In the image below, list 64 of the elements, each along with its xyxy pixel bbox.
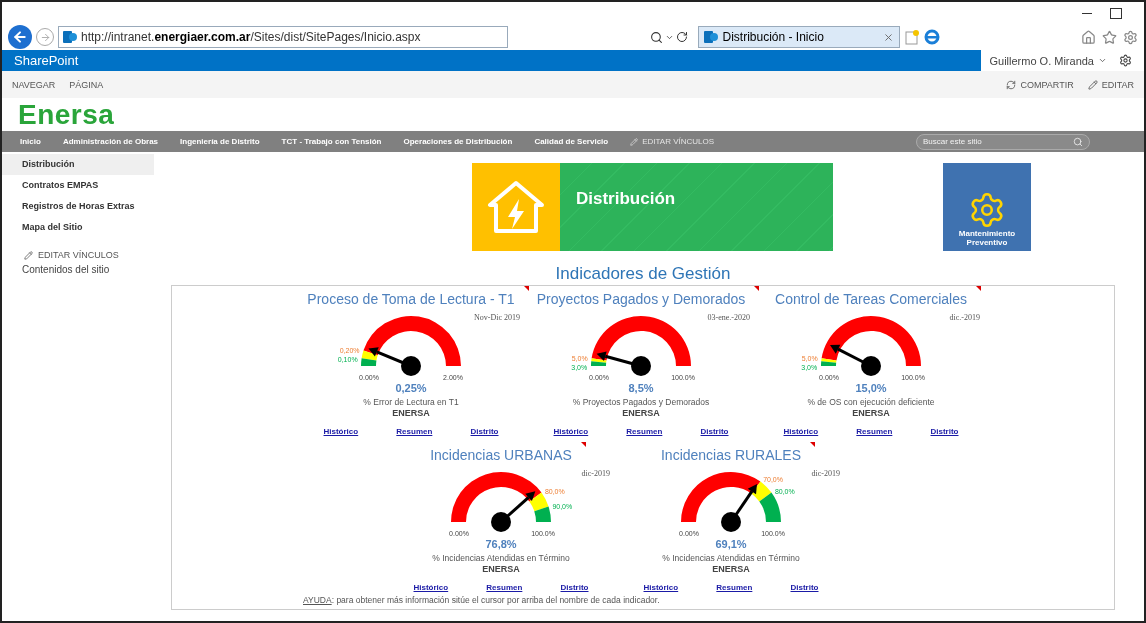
nav-link[interactable]: Operaciones de Distribución bbox=[403, 137, 513, 146]
section-heading: Indicadores de Gestión bbox=[555, 264, 731, 283]
section-banner: Distribución bbox=[560, 163, 833, 251]
sidebar-item[interactable]: Distribución bbox=[2, 154, 154, 175]
gauge-title[interactable]: Control de Tareas Comerciales bbox=[775, 291, 967, 307]
gauge-title[interactable]: Proceso de Toma de Lectura - T1 bbox=[307, 291, 515, 307]
suite-brand[interactable]: SharePoint bbox=[2, 50, 91, 71]
site-contents-link[interactable]: Contenidos del sitio bbox=[2, 264, 154, 275]
gauge-caption: % de OS con ejecución deficiente bbox=[807, 397, 935, 407]
help-text: AYUDA: para obtener más información sitúe el cursor por arriba del nombre de cada indicador. bbox=[302, 594, 661, 605]
gauge-value: 8,5% bbox=[628, 382, 654, 394]
sidebar-item[interactable]: Mapa del Sitio bbox=[2, 217, 154, 238]
gauge-date: dic-2019 bbox=[581, 469, 610, 478]
gauge-link[interactable]: Distrito bbox=[560, 583, 589, 592]
gauge-link[interactable]: Resumen bbox=[716, 583, 753, 592]
gauge-title[interactable]: Proyectos Pagados y Demorados bbox=[536, 291, 746, 307]
gauge-link[interactable]: Histórico bbox=[643, 583, 679, 592]
nav-link[interactable]: TCT - Trabajo con Tensión bbox=[281, 137, 382, 146]
gauge-link[interactable]: Distrito bbox=[700, 427, 729, 436]
gauge-value: 76,8% bbox=[485, 538, 517, 550]
gauge-title[interactable]: Incidencias URBANAS bbox=[430, 447, 572, 463]
nav-link[interactable]: Inicio bbox=[20, 137, 41, 146]
share-button[interactable]: COMPARTIR bbox=[1006, 79, 1074, 90]
gauge-link[interactable]: Resumen bbox=[396, 427, 433, 436]
gauge-value: 0,25% bbox=[395, 382, 427, 394]
edit-links-button[interactable]: EDITAR VÍNCULOS bbox=[2, 238, 154, 264]
gauge-value: 15,0% bbox=[855, 382, 887, 394]
sidebar-item[interactable]: Contratos EMPAS bbox=[2, 175, 154, 196]
nav-link[interactable]: Administración de Obras bbox=[62, 137, 159, 146]
gauge-value: 69,1% bbox=[715, 538, 747, 550]
sidebar-item[interactable]: Registros de Horas Extras bbox=[2, 196, 154, 217]
edit-button[interactable]: EDITAR bbox=[1087, 79, 1134, 90]
gauge-caption: % Incidencias Atendidas en Término bbox=[662, 553, 800, 563]
maintenance-tile[interactable]: Mantenimiento Preventivo bbox=[943, 163, 1031, 251]
gauge-link[interactable]: Histórico bbox=[783, 427, 819, 436]
gauge-entity: ENERSA bbox=[622, 408, 660, 418]
gauge-link[interactable]: Histórico bbox=[323, 427, 359, 436]
gauge-date: dic-2019 bbox=[811, 469, 840, 478]
gauge-entity: ENERSA bbox=[852, 408, 890, 418]
gauge-date: Nov-Dic 2019 bbox=[474, 313, 520, 322]
ribbon-tab[interactable]: NAVEGAR bbox=[12, 79, 56, 90]
gauge-date: 03-ene.-2020 bbox=[707, 313, 750, 322]
address-field[interactable]: http://intranet.energiaer.com.ar/Sites/dist/SitePages/Inicio.aspx bbox=[58, 26, 508, 48]
nav-link[interactable]: Ingeniería de Distrito bbox=[180, 137, 260, 146]
gauge-link[interactable]: Distrito bbox=[790, 583, 819, 592]
gauge-link[interactable]: Histórico bbox=[413, 583, 449, 592]
gauge-link[interactable]: Distrito bbox=[470, 427, 499, 436]
gauge-entity: ENERSA bbox=[392, 408, 430, 418]
gauge-link[interactable]: Distrito bbox=[930, 427, 959, 436]
browser-tab[interactable]: Distribución - Inicio bbox=[697, 26, 900, 48]
gauge-link[interactable]: Resumen bbox=[486, 583, 523, 592]
gauge-caption: % Proyectos Pagados y Demorados bbox=[572, 397, 710, 407]
help-link[interactable]: AYUDA bbox=[303, 595, 332, 605]
nav-link[interactable]: Calidad de Servicio bbox=[534, 137, 609, 146]
gauge-caption: % Incidencias Atendidas en Término bbox=[432, 553, 570, 563]
gauge-link[interactable]: Resumen bbox=[856, 427, 893, 436]
gauge-date: dic.-2019 bbox=[949, 313, 980, 322]
gauge-caption: % Error de Lectura en T1 bbox=[363, 397, 459, 407]
gauge-title[interactable]: Incidencias RURALES bbox=[660, 447, 802, 463]
gauge-link[interactable]: Resumen bbox=[626, 427, 663, 436]
ribbon-tab[interactable]: PÁGINA bbox=[69, 79, 104, 90]
gauge-entity: ENERSA bbox=[712, 564, 750, 574]
gauge-link[interactable]: Histórico bbox=[553, 427, 589, 436]
gauge-entity: ENERSA bbox=[482, 564, 520, 574]
